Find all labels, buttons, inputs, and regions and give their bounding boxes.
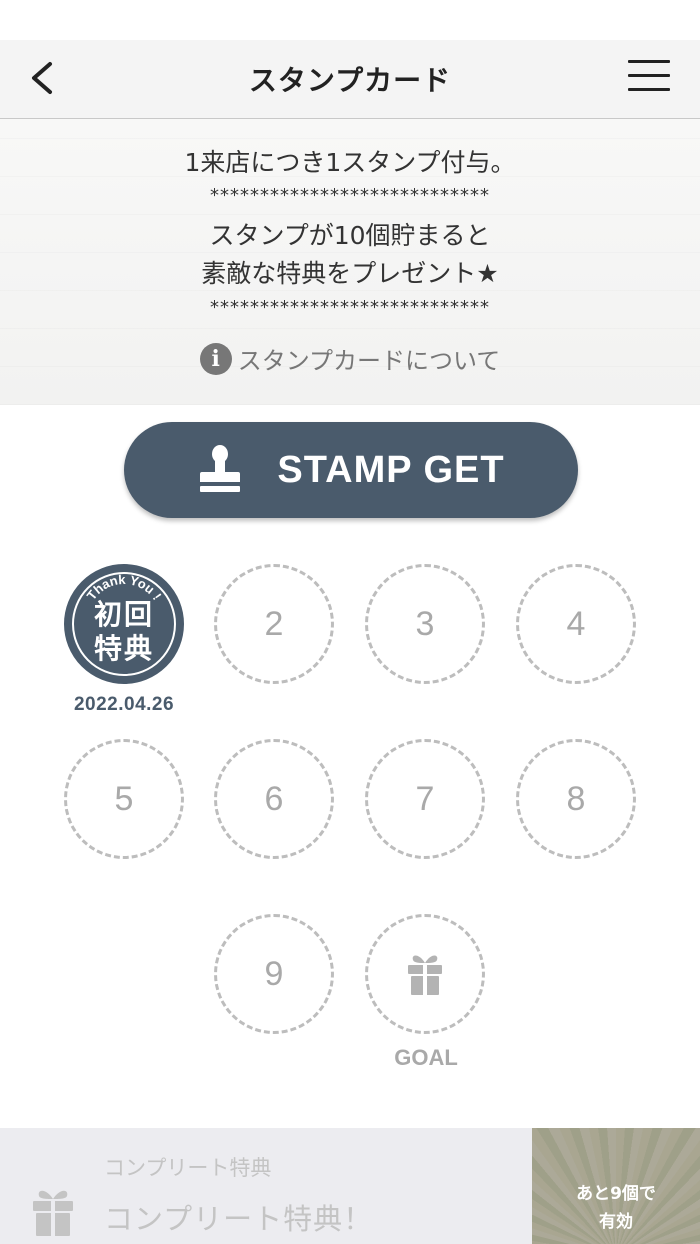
reward-text-line2: 素敵な特典をプレゼント★ <box>201 259 499 288</box>
about-stamp-card-link[interactable]: i スタンプカードについて <box>0 341 700 376</box>
stamp-get-button[interactable]: STAMP GET <box>124 422 578 518</box>
stamp-slot-5: 5 <box>64 739 184 859</box>
nav-bar: スタンプカード <box>0 40 700 119</box>
reward-title: コンプリート特典！ <box>104 1202 374 1236</box>
gift-icon <box>33 1190 73 1236</box>
chevron-left-icon <box>32 62 52 94</box>
info-icon: i <box>199 342 232 375</box>
back-button[interactable] <box>26 58 66 98</box>
info-panel: 1来店につき1スタンプ付与。 *************************… <box>0 119 700 405</box>
stamp-slot-2: 2 <box>214 564 334 684</box>
stamp-slot-7: 7 <box>365 739 485 859</box>
complete-reward-banner: コンプリート特典 コンプリート特典！ あと9個で 有効 <box>0 1128 700 1244</box>
goal-slot <box>365 914 485 1034</box>
first-visit-stamp: Thank You ! 初回 特典 <box>64 564 184 684</box>
reward-status-badge: あと9個で 有効 <box>576 1184 656 1232</box>
about-link-label: スタンプカードについて <box>237 347 501 375</box>
separator: **************************** <box>210 297 490 318</box>
reward-thumbnail[interactable]: あと9個で 有効 <box>532 1128 700 1244</box>
goal-label: GOAL <box>394 1045 458 1070</box>
rule-text: 1来店につき1スタンプ付与。 <box>184 148 516 177</box>
stamp-slot-8: 8 <box>516 739 636 859</box>
separator: **************************** <box>210 185 490 206</box>
stamp-date: 2022.04.26 <box>73 694 175 715</box>
reward-category-label: コンプリート特典 <box>104 1156 272 1180</box>
status-bar-area <box>0 0 700 40</box>
hamburger-icon <box>628 60 670 63</box>
first-visit-kanji: 初回 特典 <box>93 598 154 665</box>
menu-button[interactable] <box>628 60 670 94</box>
stamp-icon <box>200 445 241 492</box>
reward-text: スタンプが10個貯まると 素敵な特典をプレゼント★ <box>0 217 700 293</box>
reward-text-line1: スタンプが10個貯まると <box>209 221 491 250</box>
stamp-slot-3: 3 <box>365 564 485 684</box>
gift-icon <box>408 955 442 995</box>
page-title: スタンプカード <box>248 64 452 97</box>
stamp-slot-6: 6 <box>214 739 334 859</box>
stamp-slot-9: 9 <box>214 914 334 1034</box>
stamp-get-label: STAMP GET <box>277 448 505 491</box>
stamp-slot-4: 4 <box>516 564 636 684</box>
